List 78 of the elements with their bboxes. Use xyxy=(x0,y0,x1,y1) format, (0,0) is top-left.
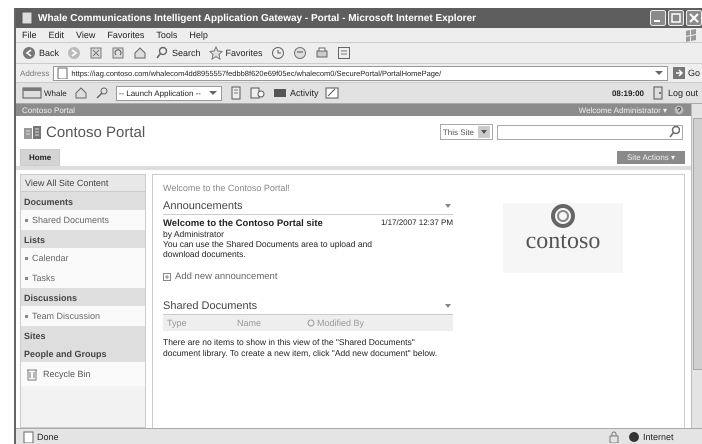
file-button[interactable] xyxy=(228,86,243,100)
announcement-date: 1/17/2007 12:37 PM xyxy=(380,218,453,229)
empty-message: There are no items to show in this view of the "Shared Documents" document library. To create a new item, click "Add new document" below. xyxy=(163,337,438,358)
home-button[interactable] xyxy=(74,86,88,100)
welcome-text: Welcome to the Contoso Portal! xyxy=(163,183,291,193)
refresh-button[interactable] xyxy=(111,46,126,60)
bullet-icon xyxy=(25,276,28,280)
search-icon xyxy=(155,46,170,60)
history-button[interactable] xyxy=(270,46,285,60)
print-button[interactable] xyxy=(314,46,329,60)
address-label: Address xyxy=(20,68,50,78)
menu-item[interactable]: View xyxy=(76,30,96,40)
go-button[interactable]: Go xyxy=(672,66,700,80)
view-all-link[interactable]: View All Site Content xyxy=(21,175,145,192)
announcement-author: by Administrator xyxy=(163,229,225,239)
nav-link[interactable]: Shared Documents xyxy=(21,210,145,230)
favorites-icon xyxy=(208,46,223,60)
home-button[interactable] xyxy=(133,46,148,60)
nav-heading[interactable]: Lists xyxy=(21,230,145,248)
menu-item[interactable]: Tools xyxy=(156,30,178,40)
window-title: Whale Communications Intelligent Application Gateway - Portal - Microsoft Internet Explorer xyxy=(38,12,476,24)
page-icon xyxy=(20,11,34,25)
notepad-button[interactable] xyxy=(325,86,340,100)
site-icon xyxy=(22,124,42,140)
add-icon xyxy=(163,272,171,280)
nav-heading[interactable]: People and Groups xyxy=(21,344,145,362)
ring-icon xyxy=(550,203,576,229)
bullet-icon xyxy=(25,218,28,222)
key-button[interactable] xyxy=(94,86,109,100)
contoso-logo: contoso xyxy=(503,203,623,273)
close-button[interactable] xyxy=(686,10,702,26)
logout-button[interactable]: Log out xyxy=(650,86,698,100)
menu-item[interactable]: File xyxy=(22,30,37,40)
launch-application-dropdown[interactable]: -- Launch Application -- xyxy=(116,86,222,100)
gateway-logo: Whale xyxy=(22,85,67,101)
security-zone: Internet xyxy=(628,430,698,442)
menu-item[interactable]: Help xyxy=(189,30,208,40)
nav-link[interactable]: Team Discussion xyxy=(21,306,145,326)
bin-icon xyxy=(25,367,39,381)
edit-button[interactable] xyxy=(336,46,351,60)
site-title[interactable]: Contoso Portal xyxy=(46,124,146,140)
nav-heading[interactable]: Discussions xyxy=(21,288,145,306)
recycle-bin-link[interactable]: Recycle Bin xyxy=(21,362,145,386)
session-time: 08:19:00 xyxy=(612,88,644,98)
minimize-button[interactable] xyxy=(650,10,666,26)
stop-button[interactable] xyxy=(89,46,104,60)
search-icon xyxy=(668,125,680,139)
back-icon xyxy=(22,46,36,60)
nav-heading[interactable]: Documents xyxy=(21,192,145,210)
menu-item[interactable]: Favorites xyxy=(107,30,144,40)
nav-link[interactable]: Calendar xyxy=(21,248,145,268)
page-icon xyxy=(22,430,34,442)
web-part-header: Announcements xyxy=(163,198,453,215)
add-announcement-link[interactable]: Add new announcement xyxy=(163,271,453,282)
lock-icon xyxy=(608,430,620,442)
announcement-title[interactable]: Welcome to the Contoso Portal site xyxy=(163,218,323,229)
nav-heading[interactable]: Sites xyxy=(21,326,145,344)
activity-button[interactable]: Activity xyxy=(272,86,318,100)
monitor-icon xyxy=(272,86,287,100)
favorites-button[interactable]: Favorites xyxy=(208,46,263,60)
vertical-scrollbar[interactable] xyxy=(691,104,702,428)
windows-flag-icon xyxy=(684,28,698,42)
back-button[interactable]: Back xyxy=(22,46,60,60)
bullet-icon xyxy=(25,256,28,260)
search-field[interactable] xyxy=(497,124,683,140)
circle-icon xyxy=(307,319,315,327)
nav-tab[interactable]: Home xyxy=(20,149,60,166)
help-icon[interactable] xyxy=(673,104,685,116)
announcement-body: You can use the Shared Documents area to upload and download documents. xyxy=(163,239,373,259)
door-icon xyxy=(650,86,665,100)
nav-link[interactable]: Tasks xyxy=(21,268,145,288)
page-icon xyxy=(56,67,68,79)
search-button[interactable]: Search xyxy=(155,46,201,60)
bullet-icon xyxy=(25,314,28,318)
maximize-button[interactable] xyxy=(668,10,684,26)
status-text: Done xyxy=(22,430,59,442)
menu-item[interactable]: Edit xyxy=(48,30,64,40)
search-scope-dropdown[interactable]: This Site xyxy=(440,124,493,140)
